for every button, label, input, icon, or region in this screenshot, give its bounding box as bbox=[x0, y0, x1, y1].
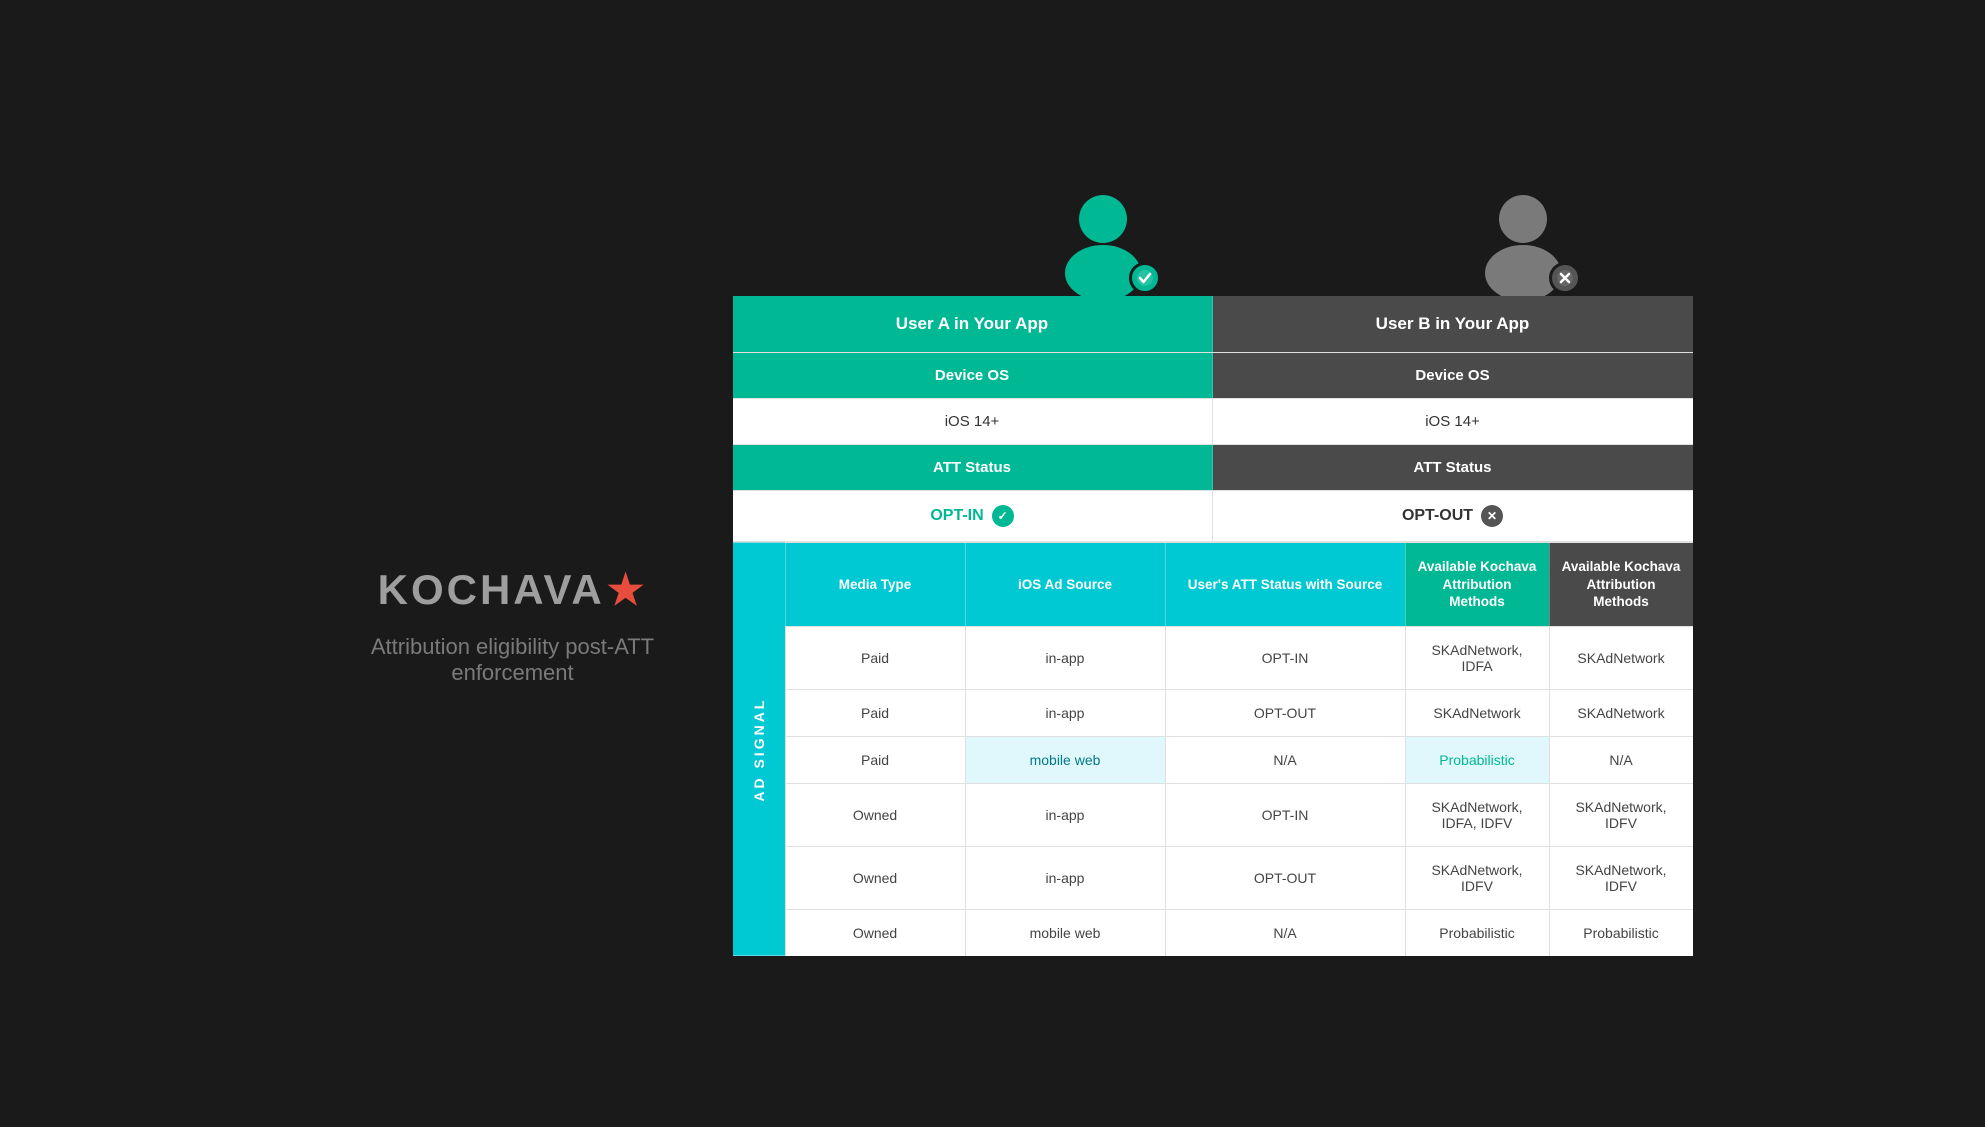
table-row-3: Ownedin-appOPT-INSKAdNetwork, IDFA, IDFV… bbox=[785, 783, 1693, 846]
check-icon bbox=[1136, 269, 1154, 287]
user-a-check-badge bbox=[1129, 262, 1161, 294]
ios-row: iOS 14+ iOS 14+ bbox=[733, 399, 1693, 445]
cell-r2-c0: Paid bbox=[785, 737, 965, 783]
main-content: KOCHAVA★ Attribution eligibility post-AT… bbox=[293, 296, 1693, 956]
table-row-5: Ownedmobile webN/AProbabilisticProbabili… bbox=[785, 909, 1693, 956]
opt-row: OPT-IN ✓ OPT-OUT ✕ bbox=[733, 491, 1693, 543]
page-container: KOCHAVA★ Attribution eligibility post-AT… bbox=[293, 171, 1693, 956]
cell-r4-c0: Owned bbox=[785, 847, 965, 909]
user-b-x-badge bbox=[1549, 262, 1581, 294]
cell-r0-c2: OPT-IN bbox=[1165, 627, 1405, 689]
col-header-2: User's ATT Status with Source bbox=[1165, 543, 1405, 626]
cell-r4-c3: SKAdNetwork, IDFV bbox=[1405, 847, 1549, 909]
cell-r5-c4: Probabilistic bbox=[1549, 910, 1693, 956]
cell-r1-c2: OPT-OUT bbox=[1165, 690, 1405, 736]
user-b-opt-value: OPT-OUT ✕ bbox=[1213, 491, 1693, 541]
table-row-1: Paidin-appOPT-OUTSKAdNetworkSKAdNetwork bbox=[785, 689, 1693, 736]
cell-r1-c3: SKAdNetwork bbox=[1405, 690, 1549, 736]
right-table-panel: User A in Your App User B in Your App De… bbox=[733, 296, 1693, 956]
user-b-ios: iOS 14+ bbox=[1213, 399, 1693, 444]
opt-out-x-badge: ✕ bbox=[1481, 505, 1503, 527]
user-a-device-os: Device OS bbox=[733, 353, 1213, 398]
user-b-label: User B in Your App bbox=[1213, 296, 1693, 352]
x-icon bbox=[1556, 269, 1574, 287]
user-a-avatar-container bbox=[1053, 191, 1153, 296]
cell-r2-c4: N/A bbox=[1549, 737, 1693, 783]
cell-r5-c3: Probabilistic bbox=[1405, 910, 1549, 956]
cell-r3-c3: SKAdNetwork, IDFA, IDFV bbox=[1405, 784, 1549, 846]
cell-r2-c1: mobile web bbox=[965, 737, 1165, 783]
user-b-avatar bbox=[1473, 191, 1573, 296]
kochava-logo: KOCHAVA★ bbox=[378, 565, 648, 614]
table-row-4: Ownedin-appOPT-OUTSKAdNetwork, IDFVSKAdN… bbox=[785, 846, 1693, 909]
cell-r0-c3: SKAdNetwork, IDFA bbox=[1405, 627, 1549, 689]
cell-r5-c2: N/A bbox=[1165, 910, 1405, 956]
data-table: AD SIGNALMedia TypeiOS Ad SourceUser's A… bbox=[733, 543, 1693, 956]
att-status-row: ATT Status ATT Status bbox=[733, 445, 1693, 491]
cell-r3-c2: OPT-IN bbox=[1165, 784, 1405, 846]
table-row-2: Paidmobile webN/AProbabilisticN/A bbox=[785, 736, 1693, 783]
cell-r2-c2: N/A bbox=[1165, 737, 1405, 783]
cell-r4-c2: OPT-OUT bbox=[1165, 847, 1405, 909]
cell-r1-c1: in-app bbox=[965, 690, 1165, 736]
user-a-att-label: ATT Status bbox=[733, 445, 1213, 490]
cell-r0-c0: Paid bbox=[785, 627, 965, 689]
kochava-subtitle: Attribution eligibility post-ATT enforce… bbox=[333, 634, 693, 686]
cell-r2-c3: Probabilistic bbox=[1405, 737, 1549, 783]
cell-r0-c4: SKAdNetwork bbox=[1549, 627, 1693, 689]
opt-in-check-badge: ✓ bbox=[992, 505, 1014, 527]
col-header-1: iOS Ad Source bbox=[965, 543, 1165, 626]
ad-signal-sidebar: AD SIGNAL bbox=[733, 543, 785, 956]
left-branding-panel: KOCHAVA★ Attribution eligibility post-AT… bbox=[293, 296, 733, 956]
user-a-ios: iOS 14+ bbox=[733, 399, 1213, 444]
user-b-device-os: Device OS bbox=[1213, 353, 1693, 398]
col-headers: Media TypeiOS Ad SourceUser's ATT Status… bbox=[785, 543, 1693, 626]
cell-r3-c0: Owned bbox=[785, 784, 965, 846]
user-header-row: User A in Your App User B in Your App bbox=[733, 296, 1693, 353]
user-a-label: User A in Your App bbox=[733, 296, 1213, 352]
cell-r3-c4: SKAdNetwork, IDFV bbox=[1549, 784, 1693, 846]
cell-r1-c0: Paid bbox=[785, 690, 965, 736]
cell-r4-c4: SKAdNetwork, IDFV bbox=[1549, 847, 1693, 909]
cell-r0-c1: in-app bbox=[965, 627, 1165, 689]
kochava-text: KOCHAVA bbox=[378, 566, 605, 614]
table-inner: Media TypeiOS Ad SourceUser's ATT Status… bbox=[785, 543, 1693, 956]
user-b-avatar-container bbox=[1473, 191, 1573, 296]
cell-r5-c1: mobile web bbox=[965, 910, 1165, 956]
cell-r5-c0: Owned bbox=[785, 910, 965, 956]
user-a-opt-value: OPT-IN ✓ bbox=[733, 491, 1213, 541]
col-header-3: Available Kochava Attribution Methods bbox=[1405, 543, 1549, 626]
cell-r1-c4: SKAdNetwork bbox=[1549, 690, 1693, 736]
table-row-0: Paidin-appOPT-INSKAdNetwork, IDFASKAdNet… bbox=[785, 626, 1693, 689]
col-header-0: Media Type bbox=[785, 543, 965, 626]
user-b-att-label: ATT Status bbox=[1213, 445, 1693, 490]
cell-r3-c1: in-app bbox=[965, 784, 1165, 846]
kochava-star: ★ bbox=[607, 565, 648, 614]
device-os-row: Device OS Device OS bbox=[733, 353, 1693, 399]
col-header-attr-b: Available Kochava Attribution Methods bbox=[1549, 543, 1693, 626]
user-a-avatar bbox=[1053, 191, 1153, 296]
cell-r4-c1: in-app bbox=[965, 847, 1165, 909]
